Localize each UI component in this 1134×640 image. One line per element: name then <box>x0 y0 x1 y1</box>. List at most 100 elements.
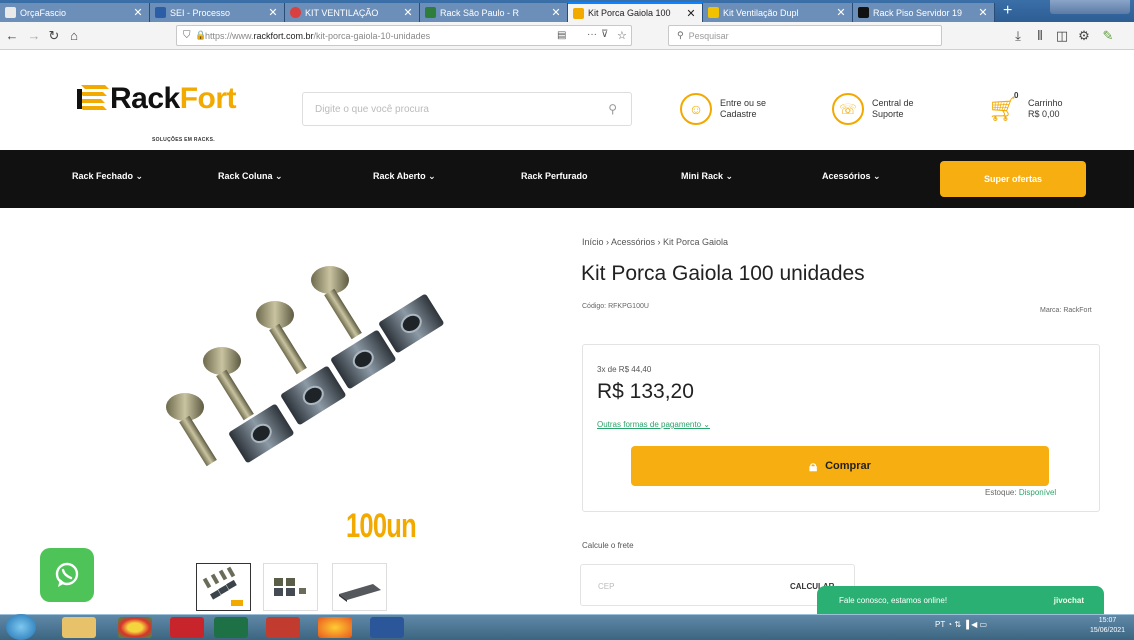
powerpoint-icon[interactable] <box>266 617 300 638</box>
tab-close-icon[interactable]: ✕ <box>976 6 990 19</box>
addon-icon[interactable]: ✎ <box>1100 28 1116 44</box>
reload-icon[interactable]: ↻ <box>46 28 62 44</box>
tab-favicon <box>155 7 166 18</box>
product-thumbnail[interactable] <box>332 563 387 611</box>
browser-search-input[interactable]: ⚲ Pesquisar <box>668 25 942 46</box>
nav-rack-perfurado[interactable]: Rack Perfurado <box>521 171 588 181</box>
login-link[interactable]: ☺ Entre ou se Cadastre <box>680 93 766 125</box>
tab-close-icon[interactable]: ✕ <box>684 7 698 20</box>
tab-label: KIT VENTILAÇÃO <box>305 7 379 18</box>
product-thumbnail[interactable] <box>196 563 251 611</box>
new-tab-button[interactable]: + <box>1003 3 1012 19</box>
cart-total: R$ 0,00 <box>1028 109 1060 119</box>
word-icon[interactable] <box>370 617 404 638</box>
downloads-icon[interactable]: ⤓ <box>1010 28 1026 44</box>
search-icon[interactable]: ⚲ <box>608 102 617 116</box>
nav-rack-coluna[interactable]: Rack Coluna ⌄ <box>218 171 283 182</box>
lock-icon: 🔒︎ <box>809 457 818 475</box>
support-line1: Central de <box>872 98 914 108</box>
nav-acessorios[interactable]: Acessórios ⌄ <box>822 171 881 182</box>
tab-close-icon[interactable]: ✕ <box>266 6 280 19</box>
product-title: Kit Porca Gaiola 100 unidades <box>581 262 865 285</box>
acrobat-icon[interactable] <box>170 617 204 638</box>
phone-support-icon: ☏ <box>832 93 864 125</box>
stock-status: Estoque: Disponível <box>985 488 1056 497</box>
system-tray-icons[interactable]: PT ◔ ⇅ ▐ ◀ ▭ <box>935 620 987 629</box>
nav-mini-rack[interactable]: Mini Rack ⌄ <box>681 171 733 182</box>
tab-close-icon[interactable]: ✕ <box>131 6 145 19</box>
breadcrumb[interactable]: Início › Acessórios › Kit Porca Gaiola <box>582 237 728 247</box>
clock-time: 15:07 <box>1098 617 1117 624</box>
stock-value: Disponível <box>1018 488 1057 497</box>
library-icon[interactable]: ⫴ <box>1032 28 1048 44</box>
tab-favicon <box>708 7 719 18</box>
browser-tab-active[interactable]: Kit Porca Gaiola 100 ✕ <box>568 2 703 22</box>
chat-widget[interactable]: Fale conosco, estamos online! jivochat <box>817 586 1104 614</box>
nav-rack-aberto[interactable]: Rack Aberto ⌄ <box>373 171 436 182</box>
window-controls[interactable] <box>1050 0 1130 14</box>
installments-text: 3x de R$ 44,40 <box>597 365 652 374</box>
tab-favicon <box>858 7 869 18</box>
home-icon[interactable]: ⌂ <box>66 28 82 44</box>
browser-tab[interactable]: Rack São Paulo - R ✕ <box>420 3 568 22</box>
site-search-placeholder: Digite o que você procura <box>315 103 429 115</box>
tab-close-icon[interactable]: ✕ <box>401 6 415 19</box>
browser-tab[interactable]: Rack Piso Servidor 19 ✕ <box>853 3 995 22</box>
nav-rack-fechado[interactable]: Rack Fechado ⌄ <box>72 171 143 182</box>
address-bar[interactable]: ⛉ 🔒 https://www. rackfort.com.br/kit-porc… <box>176 25 632 46</box>
whatsapp-button[interactable] <box>40 548 94 602</box>
search-placeholder: Pesquisar <box>688 30 729 41</box>
chrome-icon[interactable] <box>118 617 152 638</box>
pocket-icon[interactable]: ⊽ <box>601 29 608 40</box>
tab-label: SEI - Processo <box>170 7 231 18</box>
payment-options-link[interactable]: Outras formas de pagamento ⌄ <box>597 420 710 429</box>
tab-favicon <box>290 7 301 18</box>
tab-close-icon[interactable]: ✕ <box>549 6 563 19</box>
shield-icon: ⛉ <box>183 30 191 41</box>
login-line1: Entre ou se <box>720 98 767 108</box>
start-button[interactable] <box>6 614 36 640</box>
logo-word-rack: Rack <box>110 82 180 115</box>
back-icon[interactable]: ← <box>4 28 20 44</box>
tab-close-icon[interactable]: ✕ <box>834 6 848 19</box>
cep-input[interactable]: CEP <box>598 582 614 591</box>
browser-tab[interactable]: KIT VENTILAÇÃO ✕ <box>285 3 420 22</box>
tab-label: Kit Ventilação Dupl <box>723 7 799 18</box>
page-actions-icon[interactable]: ··· <box>587 29 597 40</box>
tab-label: Rack São Paulo - R <box>440 7 520 18</box>
tab-favicon <box>425 7 436 18</box>
firefox-icon[interactable] <box>318 617 352 638</box>
product-image[interactable] <box>130 255 510 555</box>
support-link[interactable]: ☏ Central de Suporte <box>832 93 914 125</box>
extension-icon[interactable]: ⚙ <box>1076 28 1092 44</box>
reader-view-icon[interactable]: ▤ <box>557 30 566 41</box>
whatsapp-icon <box>55 562 79 587</box>
product-brand[interactable]: Marca: RackFort <box>1040 307 1092 314</box>
explorer-icon[interactable] <box>62 617 96 638</box>
thumbnail-image <box>274 578 306 596</box>
taskbar-clock[interactable]: 15:07 15/06/2021 <box>1090 616 1125 636</box>
site-search-input[interactable]: Digite o que você procura ⚲ <box>302 92 632 126</box>
browser-tab[interactable]: Kit Ventilação Dupl ✕ <box>703 3 853 22</box>
tab-label: OrçaFascio <box>20 7 67 18</box>
bookmark-star-icon[interactable]: ☆ <box>617 29 627 42</box>
forward-icon[interactable]: → <box>26 28 42 44</box>
buy-button[interactable]: 🔒︎ Comprar <box>631 446 1049 486</box>
user-icon: ☺ <box>680 93 712 125</box>
product-thumbnail[interactable] <box>263 563 318 611</box>
product-price: R$ 133,20 <box>597 380 694 403</box>
url-domain: rackfort.com.br <box>253 30 314 41</box>
logo-word-fort: Fort <box>179 82 237 115</box>
site-logo[interactable]: RackFort <box>110 82 237 115</box>
super-offers-button[interactable]: Super ofertas <box>940 161 1086 197</box>
sidebar-icon[interactable]: ◫ <box>1054 28 1070 44</box>
browser-tab[interactable]: SEI - Processo ✕ <box>150 3 285 22</box>
category-nav: Rack Fechado ⌄ Rack Coluna ⌄ Rack Aberto… <box>0 150 1134 208</box>
rackfort-logo-icon[interactable] <box>75 83 111 113</box>
cart-icon: 🛒︎ 0 <box>988 91 1019 123</box>
cart-link[interactable]: 🛒︎ 0 Carrinho R$ 0,00 <box>988 91 1063 125</box>
browser-tab[interactable]: OrçaFascio ✕ <box>0 3 150 22</box>
chat-message: Fale conosco, estamos online! <box>839 595 948 605</box>
excel-icon[interactable] <box>214 617 248 638</box>
tab-favicon <box>573 7 584 19</box>
